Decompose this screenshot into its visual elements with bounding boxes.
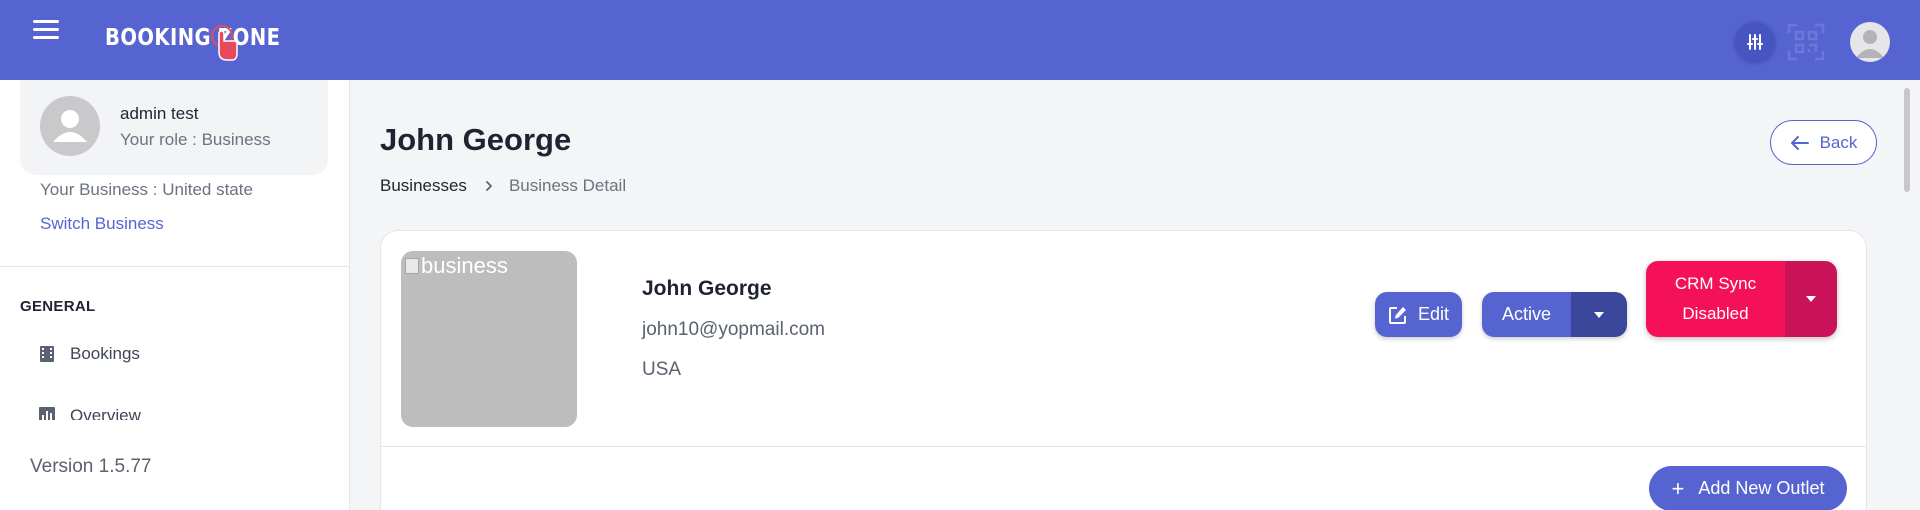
plus-icon: +	[1671, 475, 1685, 501]
user-role: Your role : Business	[120, 130, 271, 149]
business-email: john10@yopmail.com	[642, 319, 825, 340]
logo[interactable]: BOOKING ZONE	[105, 14, 311, 62]
business-image: business	[401, 251, 577, 427]
business-detail-card: business John George john10@yopmail.com …	[380, 230, 1867, 510]
divider	[0, 266, 349, 267]
breadcrumb: Businesses Business Detail	[380, 176, 626, 196]
status-button[interactable]: Active	[1482, 292, 1571, 337]
add-new-outlet-button[interactable]: + Add New Outlet	[1649, 466, 1847, 510]
sidebar-item-label: Bookings	[70, 344, 140, 363]
divider	[381, 446, 1866, 447]
chevron-right-icon	[483, 180, 495, 192]
profile-card: admin test Your role : Business	[20, 80, 328, 175]
logo-text: BOOKING ZONE	[105, 25, 281, 51]
broken-image-icon: business	[405, 253, 508, 279]
status-dropdown: Active	[1482, 292, 1627, 337]
caret-down-icon	[1594, 311, 1604, 318]
status-dropdown-toggle[interactable]	[1571, 292, 1627, 337]
crm-sync-label-line1: CRM Sync	[1674, 274, 1757, 293]
qr-scan-icon[interactable]	[1786, 22, 1826, 62]
back-button[interactable]: Back	[1770, 120, 1877, 165]
sliders-icon[interactable]	[1735, 22, 1775, 62]
edit-button[interactable]: Edit	[1375, 292, 1462, 337]
page-title: John George	[380, 122, 572, 157]
business-image-alt: business	[421, 253, 508, 278]
user-name: admin test	[120, 104, 199, 123]
avatar	[40, 96, 100, 156]
caret-down-icon	[1806, 296, 1816, 302]
menu-icon[interactable]	[33, 20, 59, 42]
crm-sync-label-line2: Disabled	[1682, 304, 1749, 323]
edit-icon	[1388, 306, 1406, 324]
crm-sync-dropdown: CRM Sync Disabled	[1646, 261, 1837, 337]
app-version: Version 1.5.77	[30, 456, 152, 477]
sidebar-item-bookings[interactable]: Bookings	[38, 344, 140, 364]
back-label: Back	[1819, 132, 1858, 152]
user-avatar-icon[interactable]	[1850, 22, 1890, 62]
page-scrollbar[interactable]	[1902, 80, 1920, 510]
edit-label: Edit	[1417, 304, 1450, 324]
sidebar-item-overview[interactable]: Overview	[38, 406, 141, 420]
business-country: USA	[642, 359, 682, 380]
crm-sync-button[interactable]: CRM Sync Disabled	[1646, 261, 1785, 337]
breadcrumb-current: Business Detail	[508, 176, 627, 195]
arrow-left-icon	[1790, 135, 1809, 150]
logo-hand-icon	[211, 25, 238, 61]
section-label-general: GENERAL	[20, 298, 96, 315]
sidebar-item-label: Overview	[70, 406, 141, 420]
business-name: John George	[642, 277, 772, 300]
add-outlet-label: Add New Outlet	[1698, 478, 1825, 498]
status-label: Active	[1501, 304, 1552, 324]
crm-sync-dropdown-toggle[interactable]	[1785, 261, 1837, 337]
scrollbar-thumb[interactable]	[1904, 88, 1910, 192]
bookings-icon	[38, 345, 56, 363]
current-business: Your Business : United state	[40, 180, 253, 199]
switch-business-link[interactable]: Switch Business	[40, 214, 164, 234]
chart-icon	[38, 406, 56, 420]
top-navbar: BOOKING ZONE	[0, 0, 1920, 80]
sidebar: admin test Your role : Business Your Bus…	[0, 80, 350, 510]
breadcrumb-businesses[interactable]: Businesses	[380, 176, 467, 196]
